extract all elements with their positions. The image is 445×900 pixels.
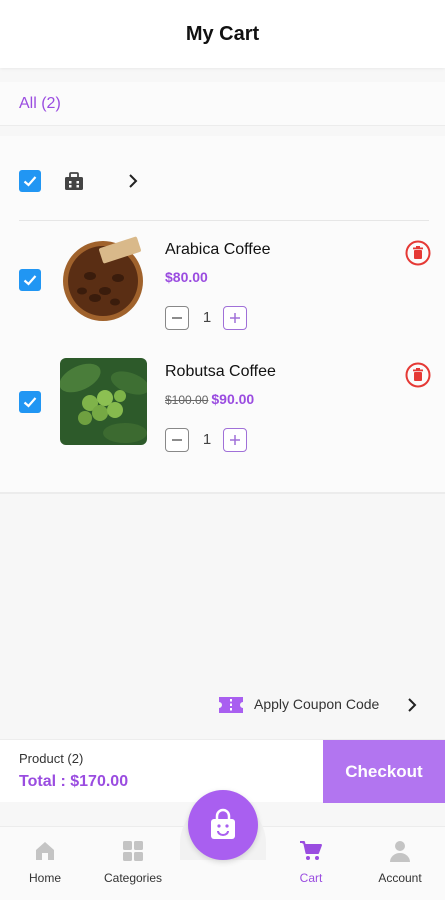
coupon-icon [219, 697, 243, 713]
apply-coupon-row[interactable]: Apply Coupon Code [0, 688, 445, 722]
shopping-bag-icon [211, 808, 235, 839]
delete-icon[interactable] [405, 240, 431, 266]
delete-icon[interactable] [405, 362, 431, 388]
item-price: $90.00 [211, 391, 255, 407]
decrease-button[interactable] [165, 306, 189, 330]
product-count: Product (2) [19, 751, 84, 766]
cart-panel: Arabica Coffee $80.00 1 Robutsa Coffee $… [0, 136, 445, 494]
quantity-stepper: 1 [165, 428, 250, 452]
item-name: Robutsa Coffee [165, 363, 276, 380]
nav-home[interactable]: Home [5, 827, 85, 900]
minus-icon [172, 439, 182, 441]
nav-categories[interactable]: Categories [93, 827, 173, 900]
shop-fab-button[interactable] [188, 790, 258, 860]
nav-cart-label: Cart [299, 871, 323, 885]
item-price: $80.00 [165, 269, 208, 285]
nav-categories-label: Categories [103, 871, 163, 885]
decrease-button[interactable] [165, 428, 189, 452]
chevron-right-icon [408, 698, 417, 712]
robusta-coffee-image [60, 358, 147, 445]
increase-button[interactable] [223, 428, 247, 452]
check-icon [23, 275, 37, 286]
total-amount: Total : $170.00 [19, 773, 129, 790]
filter-all-tab[interactable]: All (2) [19, 95, 61, 113]
increase-button[interactable] [223, 306, 247, 330]
filter-bar: All (2) [0, 82, 445, 126]
account-icon [390, 841, 410, 862]
quantity-value: 1 [202, 309, 212, 326]
cart-icon [300, 841, 322, 860]
cart-item: Arabica Coffee $80.00 1 [0, 236, 445, 346]
quantity-value: 1 [202, 431, 212, 448]
item-name: Arabica Coffee [165, 241, 271, 258]
item-checkbox[interactable] [19, 269, 41, 291]
item-old-price: $100.00 [165, 393, 209, 407]
nav-account-label: Account [378, 871, 422, 885]
coupon-label: Apply Coupon Code [254, 696, 380, 712]
nav-cart[interactable]: Cart [271, 827, 351, 900]
check-icon [23, 176, 37, 187]
minus-icon [172, 317, 182, 319]
arabica-coffee-image [60, 236, 147, 323]
nav-account[interactable]: Account [360, 827, 440, 900]
item-checkbox[interactable] [19, 391, 41, 413]
store-checkbox[interactable] [19, 170, 41, 192]
store-row [0, 163, 445, 199]
chevron-right-icon[interactable] [124, 171, 142, 191]
checkout-button[interactable]: Checkout [323, 740, 445, 803]
plus-icon [230, 313, 240, 323]
app-header: My Cart [0, 0, 445, 68]
divider [19, 220, 429, 221]
check-icon [23, 397, 37, 408]
nav-home-label: Home [28, 871, 61, 885]
item-price-row: $100.00 $90.00 [165, 391, 254, 407]
store-icon [65, 172, 83, 190]
plus-icon [230, 435, 240, 445]
item-price-row: $80.00 [165, 269, 208, 285]
cart-item: Robutsa Coffee $100.00 $90.00 1 [0, 358, 445, 468]
categories-icon [123, 841, 143, 861]
page-title: My Cart [185, 22, 260, 45]
home-icon [36, 842, 54, 860]
quantity-stepper: 1 [165, 306, 250, 330]
